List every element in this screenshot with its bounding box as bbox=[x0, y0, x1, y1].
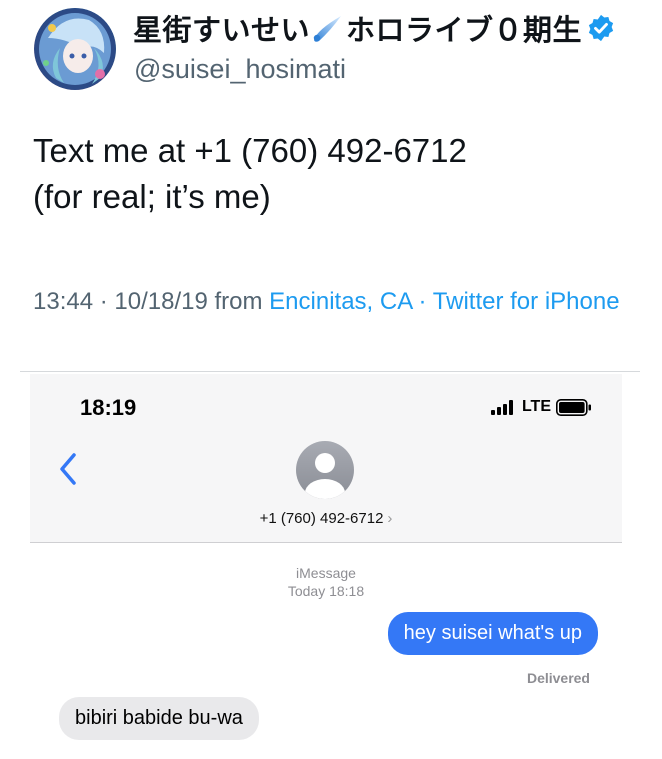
meta-separator: · bbox=[411, 288, 433, 315]
avatar-image bbox=[34, 8, 116, 90]
tweet-source-link[interactable]: Twitter for iPhone bbox=[433, 288, 620, 315]
tweet-timestamp[interactable]: 13:44 · 10/18/19 from bbox=[33, 288, 269, 315]
service-timestamp: Today 18:18 bbox=[287, 583, 365, 599]
display-name[interactable]: 星街すいせい ホロライブ０期生 bbox=[133, 7, 616, 49]
delivered-status: Delivered bbox=[526, 670, 590, 686]
status-bar-right: LTE bbox=[490, 398, 592, 416]
battery-icon bbox=[556, 398, 592, 416]
back-chevron-icon[interactable] bbox=[58, 452, 78, 486]
message-bubble-received[interactable]: bibiri babide bu-wa bbox=[59, 697, 259, 740]
network-label: LTE bbox=[521, 398, 551, 415]
contact-number-text: +1 (760) 492-6712 bbox=[259, 510, 384, 527]
conversation-header: 18:19 LTE +1 (760) 492-6712 › bbox=[30, 374, 622, 543]
signal-icon bbox=[490, 399, 517, 415]
tweet-meta: 13:44 · 10/18/19 from Encinitas, CA · Tw… bbox=[33, 285, 623, 319]
comet-icon bbox=[311, 13, 345, 43]
display-name-part2: ホロライブ０期生 bbox=[346, 13, 583, 47]
contact-number[interactable]: +1 (760) 492-6712 › bbox=[30, 510, 622, 527]
message-bubble-sent[interactable]: hey suisei what's up bbox=[387, 612, 598, 655]
chevron-right-icon: › bbox=[387, 510, 393, 527]
avatar[interactable] bbox=[34, 8, 116, 90]
display-name-part1: 星街すいせい bbox=[133, 13, 311, 47]
status-bar-time: 18:19 bbox=[80, 395, 137, 420]
embedded-screenshot: 18:19 LTE +1 (760) 492-6712 › iMessage T… bbox=[30, 374, 622, 759]
verified-icon bbox=[586, 13, 616, 43]
tweet-location-link[interactable]: Encinitas, CA bbox=[269, 288, 412, 315]
user-handle[interactable]: @suisei_hosimati bbox=[134, 54, 346, 85]
service-label: iMessage bbox=[296, 565, 356, 581]
contact-avatar-icon[interactable] bbox=[296, 441, 354, 499]
divider bbox=[20, 371, 640, 372]
tweet-text-line1: Text me at +1 (760) 492-6712 bbox=[33, 132, 467, 169]
tweet-text-line2: (for real; it’s me) bbox=[33, 178, 271, 215]
tweet-text: Text me at +1 (760) 492-6712 (for real; … bbox=[33, 128, 467, 220]
